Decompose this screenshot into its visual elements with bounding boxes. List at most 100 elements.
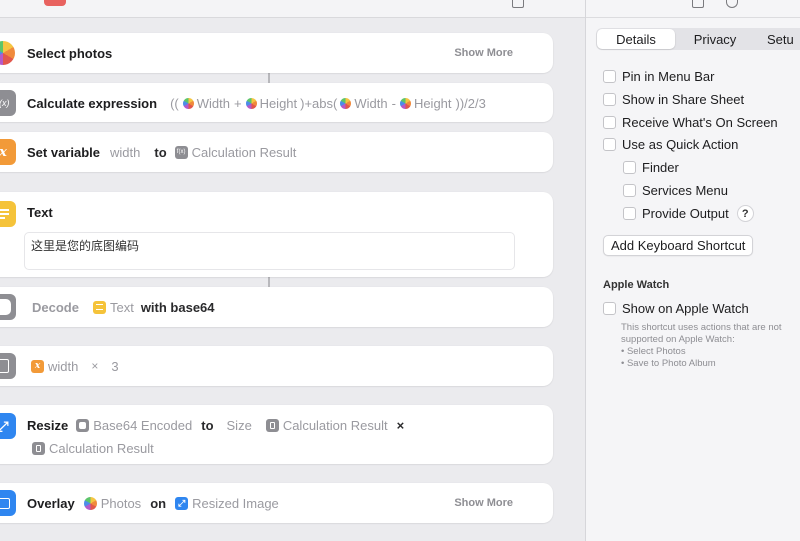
- action-overlay[interactable]: Overlay Photos on ⤢ Resized Image Show M…: [0, 483, 553, 523]
- action-title: Calculate expression: [27, 95, 158, 111]
- token-label: Height: [413, 95, 452, 111]
- action-resize[interactable]: ⤢ Resize Base64 Encoded to Size Calculat…: [0, 405, 553, 464]
- checkbox-box[interactable]: [603, 93, 616, 106]
- variable-token[interactable]: Calculation Result: [32, 441, 154, 456]
- token-label: Width: [354, 95, 388, 111]
- calculator-icon: [0, 353, 16, 379]
- variable-token[interactable]: Text: [92, 300, 134, 315]
- photos-icon: [245, 97, 257, 109]
- show-more-button[interactable]: Show More: [454, 47, 513, 59]
- resize-icon: ⤢: [0, 413, 16, 439]
- action-calculate[interactable]: x width × 3: [0, 346, 553, 386]
- action-title: Text: [27, 204, 53, 220]
- variable-token[interactable]: Width: [182, 95, 230, 111]
- checkbox-box[interactable]: [603, 70, 616, 83]
- action-title: Select photos: [27, 45, 113, 61]
- text-content-field[interactable]: 这里是您的底图编码: [24, 232, 515, 270]
- watch-note-line: supported on Apple Watch:: [621, 334, 735, 345]
- decode-icon: [76, 418, 90, 432]
- variable-token[interactable]: x width: [31, 359, 78, 374]
- inspector-tabs: Details Privacy Setu: [596, 28, 800, 50]
- pin-menu-bar-checkbox[interactable]: Pin in Menu Bar: [603, 69, 715, 84]
- tab-setup[interactable]: Setu: [755, 29, 800, 49]
- variable-token[interactable]: ⤢ Resized Image: [175, 496, 279, 511]
- to-label: to: [201, 417, 214, 433]
- action-set-variable[interactable]: x Set variable width to f(x) Calculation…: [0, 132, 553, 172]
- checkbox-box[interactable]: [623, 207, 636, 220]
- calculate-expression-icon: f(x): [0, 90, 16, 116]
- operand-field[interactable]: 3: [111, 359, 118, 374]
- checkbox-box[interactable]: [603, 116, 616, 129]
- operator-field[interactable]: ×: [91, 359, 98, 373]
- services-menu-checkbox[interactable]: Services Menu: [623, 183, 728, 198]
- show-more-button[interactable]: Show More: [454, 497, 513, 509]
- checkbox-label: Pin in Menu Bar: [622, 69, 715, 84]
- variable-token[interactable]: Photos: [83, 495, 142, 511]
- quick-action-checkbox[interactable]: Use as Quick Action: [603, 137, 738, 152]
- receive-screen-checkbox[interactable]: Receive What's On Screen: [603, 115, 778, 130]
- calculator-icon: [32, 441, 45, 455]
- action-select-photos[interactable]: Select photos Show More: [0, 33, 553, 73]
- finder-checkbox[interactable]: Finder: [623, 160, 679, 175]
- decode-mode[interactable]: Decode: [32, 300, 79, 315]
- help-icon[interactable]: ?: [736, 205, 754, 222]
- add-keyboard-shortcut-button[interactable]: Add Keyboard Shortcut: [603, 235, 754, 256]
- checkbox-label: Use as Quick Action: [622, 137, 739, 152]
- checkbox-box[interactable]: [623, 161, 636, 174]
- variable-token[interactable]: Height: [399, 95, 452, 111]
- photos-icon: [83, 496, 97, 510]
- token-label: Height: [259, 95, 298, 111]
- expression-tail: ))/2/3: [455, 95, 486, 111]
- variable-token[interactable]: Calculation Result: [265, 418, 388, 433]
- provide-output-checkbox[interactable]: Provide Output ?: [623, 205, 754, 222]
- overlay-icon: [0, 490, 16, 516]
- checkbox-label: Provide Output: [642, 206, 729, 221]
- library-icon[interactable]: [512, 0, 524, 8]
- apple-watch-heading: Apple Watch: [603, 279, 670, 291]
- action-text[interactable]: Text 这里是您的底图编码: [0, 192, 553, 277]
- variable-icon: x: [0, 139, 16, 165]
- token-label: Photos: [100, 495, 142, 511]
- text-icon: [92, 300, 106, 314]
- photos-icon: [340, 97, 352, 109]
- tab-privacy[interactable]: Privacy: [675, 29, 755, 49]
- checkbox-label: Show on Apple Watch: [622, 301, 749, 316]
- checkbox-box[interactable]: [623, 184, 636, 197]
- info-icon[interactable]: [726, 0, 738, 8]
- variable-token[interactable]: Base64 Encoded: [76, 418, 192, 433]
- app-icon: [44, 0, 66, 6]
- to-label: to: [154, 144, 167, 160]
- token-label: Calculation Result: [49, 440, 154, 456]
- tab-details[interactable]: Details: [597, 29, 675, 49]
- watch-note-line: • Save to Photo Album: [621, 358, 716, 369]
- variable-token[interactable]: Height: [245, 95, 298, 111]
- action-decode[interactable]: Decode Text with base64: [0, 287, 553, 327]
- operator: +: [233, 95, 242, 111]
- watch-note-line: This shortcut uses actions that are not: [621, 322, 782, 333]
- variable-name-field[interactable]: width: [110, 145, 140, 160]
- connector-line: [268, 73, 270, 83]
- checkbox-box[interactable]: [603, 138, 616, 151]
- shortcut-editor: Select photos Show More f(x) Calculate e…: [0, 0, 585, 541]
- connector-line: [268, 277, 270, 287]
- calculator-icon: [265, 418, 279, 432]
- share-sheet-checkbox[interactable]: Show in Share Sheet: [603, 92, 744, 107]
- variable-token[interactable]: f(x) Calculation Result: [174, 145, 296, 160]
- photos-icon: [399, 97, 411, 109]
- action-title: Overlay: [27, 495, 75, 511]
- times-label: ×: [396, 417, 405, 433]
- resize-icon: ⤢: [175, 496, 189, 510]
- action-title: Set variable: [27, 144, 100, 160]
- variable-token[interactable]: Width: [340, 95, 388, 111]
- editor-toolbar: [0, 0, 585, 18]
- show-apple-watch-checkbox[interactable]: Show on Apple Watch: [603, 301, 749, 316]
- action-calculate-expression[interactable]: f(x) Calculate expression (( Width + Hei…: [0, 83, 553, 122]
- token-label: Base64 Encoded: [93, 417, 193, 433]
- resize-mode-field[interactable]: Size: [227, 418, 252, 433]
- checkbox-box[interactable]: [603, 302, 616, 315]
- share-icon[interactable]: [692, 0, 704, 8]
- watch-note-line: • Select Photos: [621, 346, 686, 357]
- checkbox-label: Finder: [642, 160, 679, 175]
- text-icon: [0, 201, 16, 227]
- token-label: Width: [196, 95, 230, 111]
